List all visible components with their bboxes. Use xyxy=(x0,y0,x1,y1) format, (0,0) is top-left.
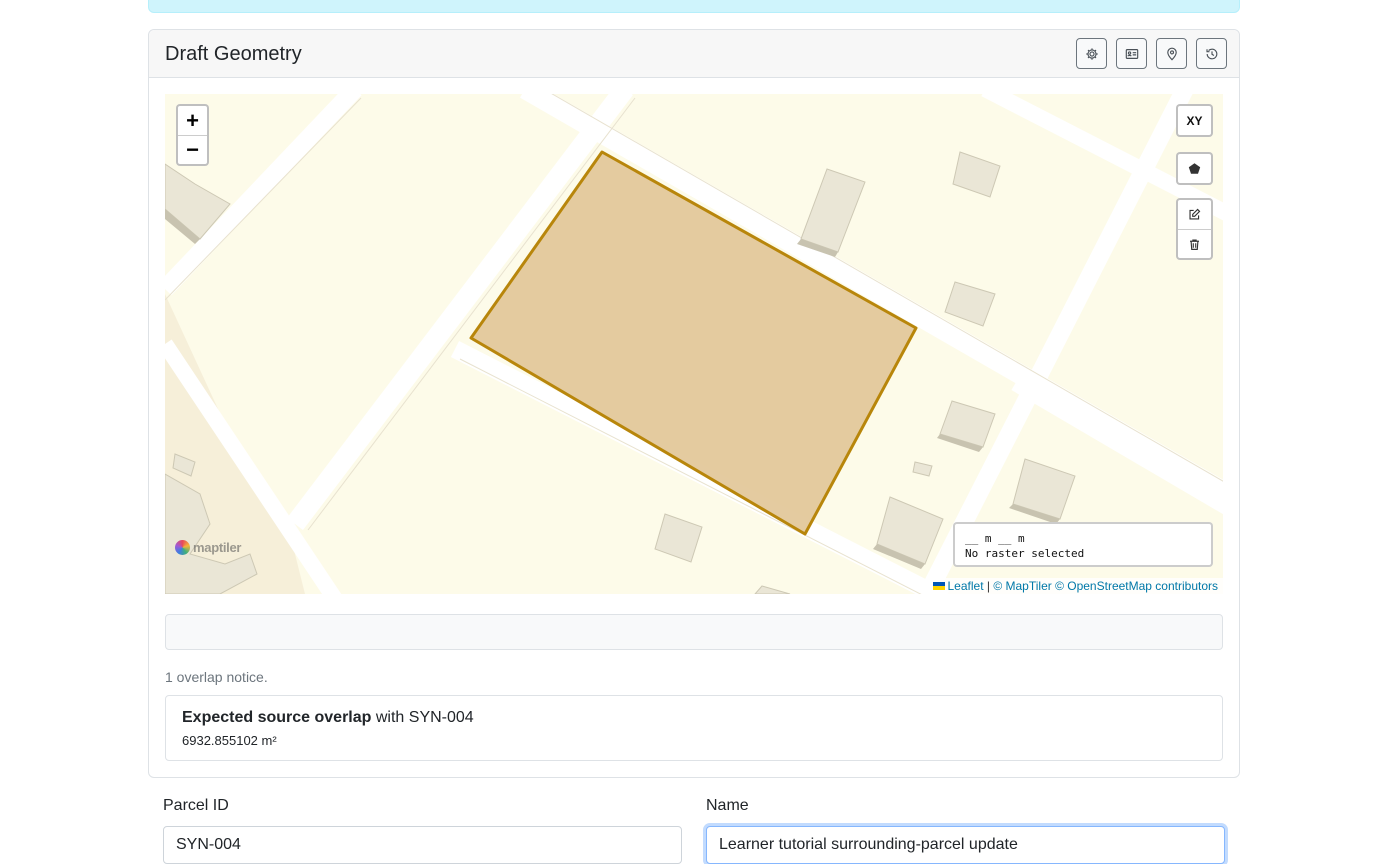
info-alert xyxy=(148,0,1240,13)
name-label: Name xyxy=(706,797,749,814)
overlap-notice: Expected source overlap with SYN-004 693… xyxy=(165,695,1223,761)
parcel-id-input[interactable] xyxy=(163,826,682,864)
overlap-target: with SYN-004 xyxy=(371,709,474,726)
ukraine-flag-icon xyxy=(932,582,945,590)
xy-button[interactable]: XY xyxy=(1178,106,1211,135)
settings-button[interactable] xyxy=(1076,38,1107,69)
zoom-control: + − xyxy=(176,104,209,166)
edit-layers-button[interactable] xyxy=(1178,200,1211,229)
measurement-text: __ m __ m xyxy=(965,532,1025,545)
edit-control xyxy=(1176,198,1213,260)
header-toolbar xyxy=(1076,38,1227,69)
measurement-info-box: __ m __ m No raster selected xyxy=(953,522,1213,567)
history-button[interactable] xyxy=(1196,38,1227,69)
overlap-notice-title: Expected source overlap with SYN-004 xyxy=(182,709,1206,727)
overlap-area: 6932.855102 m² xyxy=(182,733,277,748)
parcel-id-label: Parcel ID xyxy=(163,797,229,814)
maptiler-link[interactable]: © MapTiler xyxy=(993,579,1051,593)
map-view[interactable]: + − XY __ m __ m No raster selected mapt… xyxy=(165,94,1223,594)
zoom-out-button[interactable]: − xyxy=(178,135,207,164)
leaflet-link[interactable]: Leaflet xyxy=(948,579,984,593)
map-tiles xyxy=(165,94,1223,594)
overlap-type: Expected source overlap xyxy=(182,709,372,726)
empty-status-bar xyxy=(165,614,1223,650)
gear-icon xyxy=(1085,47,1098,60)
draw-control xyxy=(1176,152,1213,185)
edit-icon xyxy=(1189,208,1201,220)
delete-layers-button[interactable] xyxy=(1178,229,1211,258)
maptiler-logo[interactable]: maptiler xyxy=(175,540,241,555)
card-header: Draft Geometry xyxy=(149,30,1239,78)
attribution-separator: | xyxy=(983,579,994,593)
history-icon xyxy=(1205,48,1217,59)
map-attribution: Leaflet | © MapTiler © OpenStreetMap con… xyxy=(927,578,1223,594)
osm-link[interactable]: © OpenStreetMap contributors xyxy=(1055,579,1218,593)
raster-status-text: No raster selected xyxy=(965,547,1085,560)
maptiler-logo-icon xyxy=(175,540,190,555)
zoom-in-button[interactable]: + xyxy=(178,106,207,135)
maptiler-logo-text: maptiler xyxy=(193,540,242,555)
draft-geometry-card: Draft Geometry + − XY __ m __ m No raste… xyxy=(148,29,1240,778)
location-button[interactable] xyxy=(1156,38,1187,69)
card-title: Draft Geometry xyxy=(165,43,302,65)
trash-icon xyxy=(1190,238,1199,250)
map-pin-icon xyxy=(1166,47,1177,60)
id-card-icon xyxy=(1125,48,1138,59)
id-card-button[interactable] xyxy=(1116,38,1147,69)
name-input[interactable] xyxy=(706,826,1225,864)
overlap-count: 1 overlap notice. xyxy=(165,669,268,685)
xy-control: XY xyxy=(1176,104,1213,137)
draw-polygon-button[interactable] xyxy=(1178,154,1211,183)
pentagon-icon xyxy=(1188,163,1201,174)
